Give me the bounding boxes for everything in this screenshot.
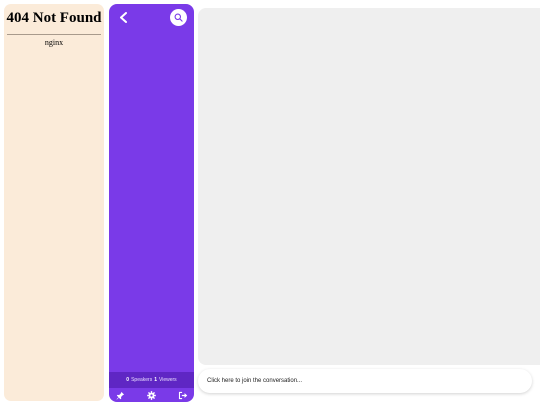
exit-icon [178, 391, 188, 399]
viewers-count: 1 [154, 377, 157, 383]
chevron-left-icon [119, 11, 127, 23]
error-server-name: nginx [44, 38, 64, 47]
speakers-label: Speakers [131, 377, 153, 383]
participant-stats: 0 Speakers 1 Viewers [109, 372, 194, 388]
room-panel: 0 Speakers 1 Viewers [109, 4, 194, 402]
pin-button[interactable] [115, 390, 125, 400]
back-button[interactable] [115, 9, 131, 25]
viewers-label: Viewers [158, 377, 177, 383]
join-conversation-button[interactable]: Click here to join the conversation... [198, 369, 532, 393]
error-page-panel: 404 Not Found nginx [4, 4, 104, 401]
exit-button[interactable] [178, 390, 188, 400]
main-stage [198, 8, 540, 365]
join-conversation-label: Click here to join the conversation... [207, 378, 303, 384]
app-root: 404 Not Found nginx 0 Speakers 1 Viewers [0, 0, 540, 405]
error-divider [7, 34, 101, 35]
search-button[interactable] [170, 9, 187, 26]
settings-button[interactable] [147, 390, 157, 400]
error-title: 404 Not Found [6, 10, 102, 26]
speakers-count: 0 [126, 377, 130, 383]
room-toolbar [109, 388, 194, 402]
gear-icon [147, 390, 156, 400]
pin-icon [116, 391, 124, 400]
search-icon [174, 13, 183, 22]
